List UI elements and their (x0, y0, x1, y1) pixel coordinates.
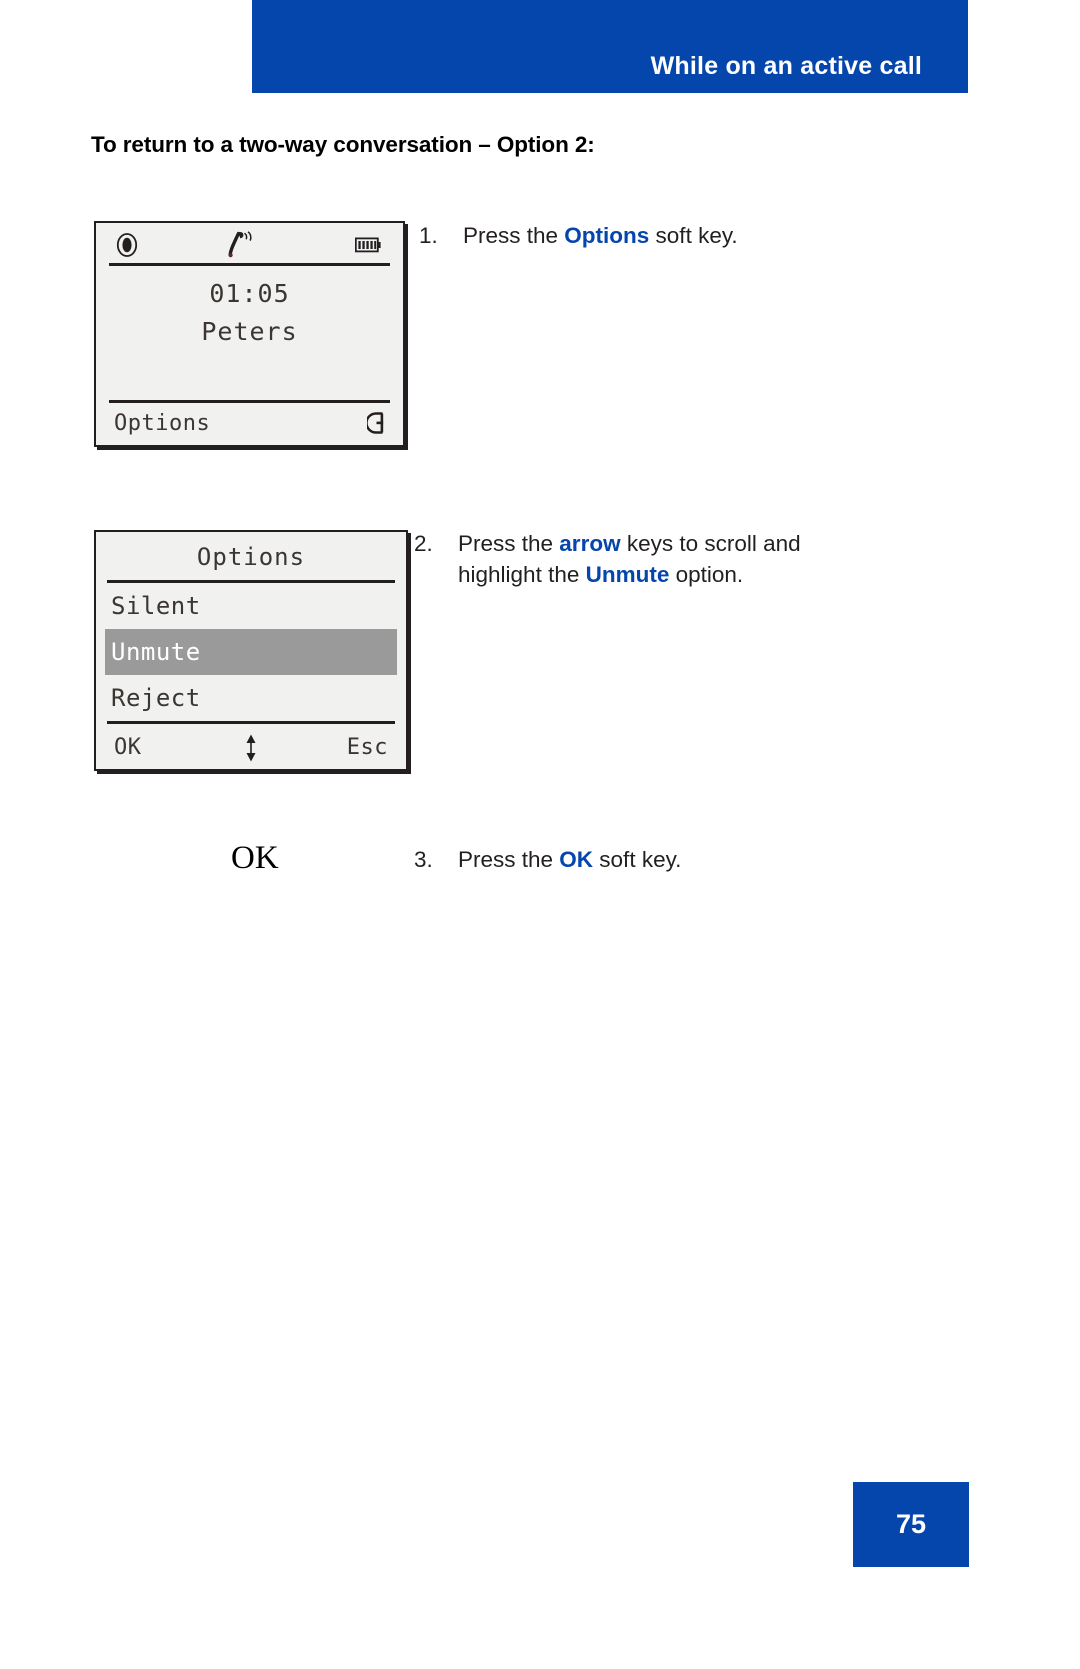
options-menu-title: Options (196, 543, 306, 571)
page-header-bar: While on an active call (252, 0, 968, 93)
softkey-options[interactable]: Options (114, 411, 210, 436)
menu-item-silent[interactable]: Silent (96, 583, 406, 629)
step-2-line2-after: option. (669, 562, 744, 587)
menu-item-reject[interactable]: Reject (96, 675, 406, 721)
header-title: While on an active call (650, 52, 922, 80)
step-3-after: soft key. (593, 847, 682, 872)
step-3-before: Press the (458, 847, 560, 872)
ok-key-label: OK (231, 840, 279, 876)
phone-screen-active-call: 01:05 Peters Options (94, 221, 405, 447)
step-1-after: soft key. (649, 223, 738, 248)
lcd-status-row (96, 223, 403, 266)
step-2-number: 2. (414, 531, 433, 556)
step-1-keyword: Options (564, 223, 650, 248)
up-down-arrows-icon (244, 734, 258, 762)
step-3-text: Press the OK soft key. (458, 844, 681, 875)
step-2-text: Press the arrow keys to scroll and highl… (458, 528, 888, 590)
step-1: 1. Press the Options soft key. (419, 220, 738, 251)
page-number: 75 (895, 1509, 927, 1539)
lcd-call-body: 01:05 Peters (96, 275, 403, 351)
lcd-softkey-row: Options (96, 401, 403, 445)
page-number-box: 75 (853, 1482, 969, 1567)
step-1-before: Press the (463, 223, 565, 248)
step-3-keyword: OK (559, 847, 594, 872)
step-2-before: Press the (458, 531, 560, 556)
call-timer: 01:05 (209, 279, 290, 308)
step-3-number: 3. (414, 847, 433, 872)
document-page: While on an active call To return to a t… (0, 0, 1080, 1669)
softkey-ok[interactable]: OK (114, 735, 142, 760)
step-2-keyword: arrow (559, 531, 621, 556)
phone-screen-options-menu: Options Silent Unmute Reject OK Esc (94, 530, 408, 771)
step-3: 3. Press the OK soft key. (414, 844, 681, 875)
battery-icon (354, 237, 381, 253)
step-2-line2-before: highlight the (458, 562, 586, 587)
options-softkey-row: OK Esc (96, 724, 406, 771)
step-1-text: Press the Options soft key. (463, 220, 738, 251)
lcd-divider-top (109, 263, 390, 266)
step-2-after: keys to scroll and (620, 531, 801, 556)
step-2: 2. Press the arrow keys to scroll and hi… (414, 528, 888, 590)
caller-name: Peters (201, 317, 298, 346)
menu-item-unmute[interactable]: Unmute (105, 629, 397, 675)
speaker-icon (365, 412, 385, 434)
softkey-esc[interactable]: Esc (347, 735, 388, 760)
step-1-number: 1. (419, 223, 438, 248)
mute-icon (116, 233, 138, 257)
active-call-handset-icon (222, 231, 256, 259)
section-heading: To return to a two-way conversation – Op… (91, 132, 595, 157)
step-2-line2-keyword: Unmute (585, 562, 670, 587)
